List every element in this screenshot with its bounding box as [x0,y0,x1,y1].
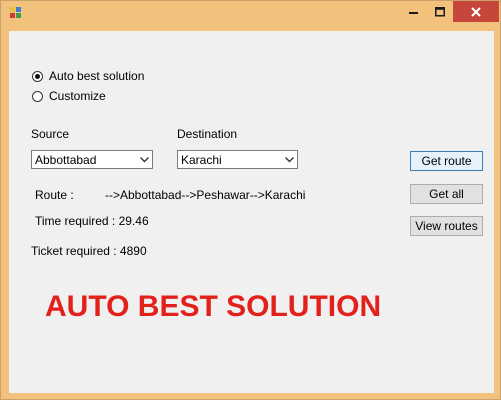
source-select-value: Abbottabad [35,152,97,167]
get-route-button[interactable]: Get route [410,151,483,171]
view-routes-button[interactable]: View routes [410,216,483,236]
maximize-icon [435,6,445,16]
app-window: Auto best solution Customize Source Dest… [0,0,501,400]
route-label: Route : [35,188,74,202]
chevron-down-icon[interactable] [281,151,297,168]
source-label: Source [31,127,70,141]
get-all-button[interactable]: Get all [410,184,483,204]
close-button[interactable] [453,1,499,22]
destination-select-value: Karachi [181,152,222,167]
client-area: Auto best solution Customize Source Dest… [9,31,494,393]
radio-customize[interactable]: Customize [32,89,106,103]
route-value: -->Abbottabad-->Peshawar-->Karachi [105,188,306,202]
chevron-down-icon[interactable] [136,151,152,168]
ticket-required: Ticket required : 4890 [31,244,147,258]
radio-unchecked-icon [32,90,43,102]
source-select[interactable]: Abbottabad [31,150,153,169]
destination-select[interactable]: Karachi [177,150,298,169]
maximize-button[interactable] [427,1,453,22]
time-required: Time required : 29.46 [35,214,149,228]
radio-auto-best[interactable]: Auto best solution [32,69,144,83]
close-icon [471,6,481,17]
radio-auto-best-label: Auto best solution [49,69,145,83]
minimize-icon [409,11,418,14]
title-bar[interactable] [1,1,501,25]
app-icon [10,7,22,19]
destination-label: Destination [177,127,238,141]
radio-checked-icon [32,70,43,82]
mode-banner: AUTO BEST SOLUTION [45,290,382,323]
minimize-button[interactable] [401,1,427,22]
radio-customize-label: Customize [49,89,106,103]
